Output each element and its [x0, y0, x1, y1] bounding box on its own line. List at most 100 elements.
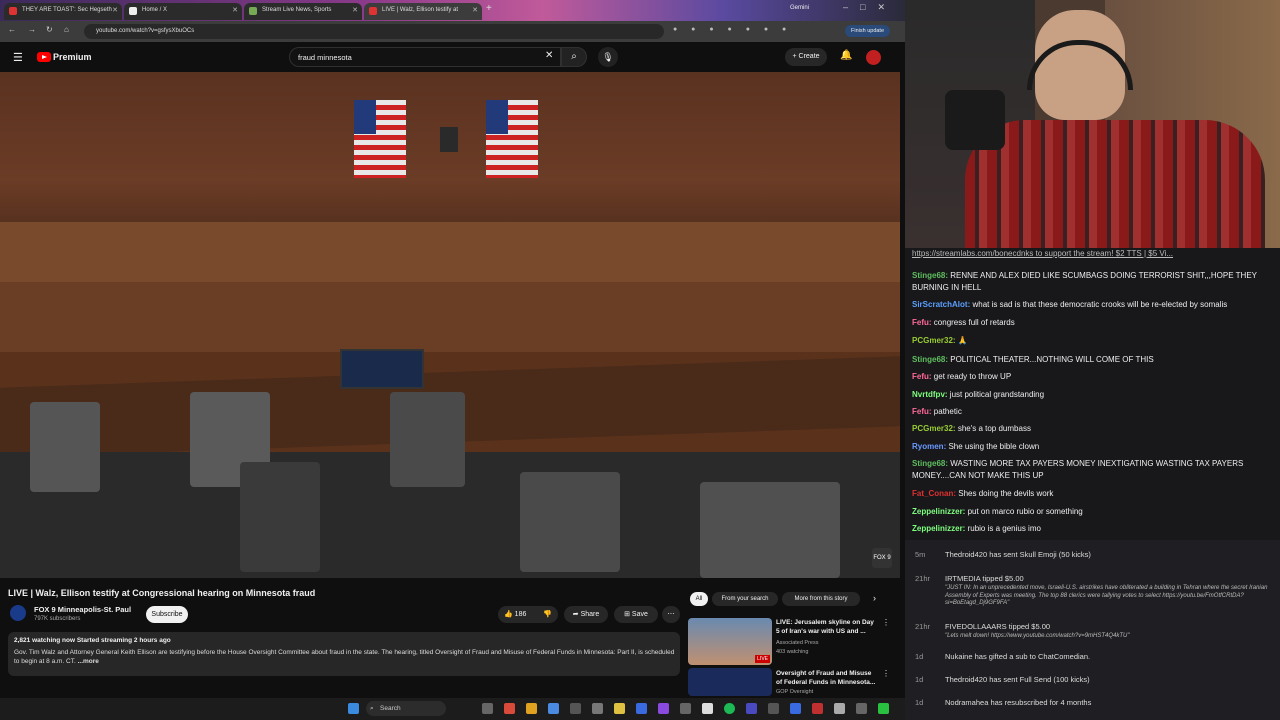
- chat-message: Nvrtdfpv: just political grandstanding: [912, 390, 1045, 399]
- browser-tab[interactable]: THEY ARE TOAST': Sec Hegseth ✕: [4, 3, 122, 20]
- microphone-icon[interactable]: 🎙: [598, 47, 618, 67]
- windows-start-icon[interactable]: [348, 703, 359, 714]
- youtube-logo-icon[interactable]: [37, 52, 51, 62]
- app-icon[interactable]: [768, 703, 779, 714]
- url-bar[interactable]: youtube.com/watch?v=gsfysXbuOCs: [84, 24, 664, 39]
- chat-username[interactable]: Stinge68:: [912, 355, 948, 364]
- share-button[interactable]: ➦ Share: [564, 606, 608, 623]
- chip-all[interactable]: All: [690, 592, 708, 606]
- spotify-icon[interactable]: [724, 703, 735, 714]
- app-icon[interactable]: [636, 703, 647, 714]
- fox9-watermark: FOX 9: [872, 548, 892, 568]
- chat-message: Stinge68: POLITICAL THEATER...NOTHING WI…: [912, 355, 1154, 364]
- event-item: 21hr IRTMEDIA tipped $5.00: [915, 574, 1024, 583]
- app-icon[interactable]: [834, 703, 845, 714]
- app-icon[interactable]: [658, 703, 669, 714]
- more-vert-icon[interactable]: ⋮: [882, 669, 890, 678]
- close-icon[interactable]: ✕: [352, 3, 358, 18]
- app-icon[interactable]: [680, 703, 691, 714]
- reload-icon[interactable]: ↻: [46, 25, 53, 34]
- chat-username[interactable]: Zeppelinizzer:: [912, 507, 965, 516]
- chat-username[interactable]: PCGmer32:: [912, 336, 956, 345]
- subscribe-button[interactable]: Subscribe: [146, 606, 188, 623]
- chat-username[interactable]: Zeppelinizzer:: [912, 524, 965, 533]
- browser-tab-bar: THEY ARE TOAST': Sec Hegseth ✕ Home / X ✕ …: [0, 0, 905, 21]
- menu-icon[interactable]: ☰: [13, 51, 23, 64]
- clear-search-icon[interactable]: ✕: [545, 50, 553, 61]
- chat-username[interactable]: Fefu:: [912, 372, 932, 381]
- close-icon[interactable]: ✕: [112, 3, 118, 18]
- app-icon[interactable]: [856, 703, 867, 714]
- search-input[interactable]: fraud minnesota: [289, 47, 561, 67]
- avatar[interactable]: [866, 50, 881, 65]
- x-icon: [129, 7, 137, 15]
- video-title: LIVE | Walz, Ellison testify at Congress…: [8, 588, 316, 598]
- chip-from-search[interactable]: From your search: [712, 592, 778, 606]
- chat-username[interactable]: Fat_Conan:: [912, 489, 956, 498]
- browser-tab-active[interactable]: LIVE | Walz, Ellison testify at ✕: [364, 3, 482, 20]
- recommendation-title[interactable]: Oversight of Fraud and Misuse of Federal…: [776, 669, 878, 687]
- app-icon[interactable]: [790, 703, 801, 714]
- finish-update-button[interactable]: Finish update: [845, 25, 891, 37]
- chat-username[interactable]: Fefu:: [912, 407, 932, 416]
- app-icon[interactable]: [504, 703, 515, 714]
- seal: [440, 127, 458, 152]
- gemini-button[interactable]: Gemini: [790, 5, 809, 11]
- emote-icon: 🙏: [957, 336, 968, 345]
- notifications-bell-icon[interactable]: 🔔: [840, 50, 852, 61]
- back-icon[interactable]: ←: [8, 25, 16, 34]
- more-vert-icon[interactable]: ⋮: [882, 618, 890, 627]
- channel-name[interactable]: FOX 9 Minneapolis-St. Paul: [34, 605, 131, 614]
- app-icon[interactable]: [878, 703, 889, 714]
- chat-message: Fefu: get ready to throw UP: [912, 372, 1012, 381]
- app-icon[interactable]: [548, 703, 559, 714]
- chat-username[interactable]: Ryomen:: [912, 442, 946, 451]
- chat-username[interactable]: SirScratchAlot:: [912, 300, 970, 309]
- taskbar-search[interactable]: ⌕ Search: [366, 701, 446, 716]
- recommendation-channel: GOP Oversight: [776, 689, 814, 695]
- file-explorer-icon[interactable]: [614, 703, 625, 714]
- chat-username[interactable]: Stinge68:: [912, 459, 948, 468]
- close-icon[interactable]: ✕: [232, 3, 238, 18]
- chrome-icon[interactable]: [526, 703, 537, 714]
- chevron-right-icon[interactable]: ›: [873, 593, 876, 603]
- plus-icon: +: [792, 53, 797, 60]
- save-button[interactable]: ⊞ Save: [614, 606, 658, 623]
- event-item: 21hr FIVEDOLLAAARS tipped $5.00: [915, 622, 1051, 631]
- chat-username[interactable]: PCGmer32:: [912, 424, 956, 433]
- extension-icons[interactable]: ● ● ● ● ● ● ●: [673, 26, 823, 36]
- channel-avatar[interactable]: [10, 605, 26, 621]
- forward-icon[interactable]: →: [28, 25, 36, 34]
- chat-username[interactable]: Fefu:: [912, 318, 932, 327]
- microphone: [945, 90, 1005, 150]
- app-icon[interactable]: [702, 703, 713, 714]
- like-button[interactable]: 👍 186 👎: [498, 606, 558, 623]
- browser-tab[interactable]: Home / X ✕: [124, 3, 242, 20]
- task-view-icon[interactable]: [482, 703, 493, 714]
- recommendation-thumbnail[interactable]: LIVE: [688, 618, 772, 665]
- video-player[interactable]: FOX 9: [0, 72, 900, 578]
- chat-username[interactable]: Nvrtdfpv:: [912, 390, 948, 399]
- recommendation-title[interactable]: LIVE: Jerusalem skyline on Day 5 of Iran…: [776, 618, 878, 636]
- app-icon[interactable]: [746, 703, 757, 714]
- app-icon[interactable]: [592, 703, 603, 714]
- browser-tab[interactable]: Stream Live News, Sports ✕: [244, 3, 362, 20]
- new-tab-button[interactable]: +: [486, 3, 492, 14]
- home-icon[interactable]: ⌂: [64, 25, 69, 34]
- close-icon[interactable]: ✕: [472, 3, 478, 18]
- monitor: [340, 349, 424, 389]
- youtube-premium-label[interactable]: Premium: [53, 52, 92, 62]
- window-controls[interactable]: –□✕: [843, 2, 897, 13]
- create-button[interactable]: + Create: [785, 48, 827, 66]
- search-icon[interactable]: ⌕: [561, 47, 587, 67]
- more-link[interactable]: ...more: [78, 658, 99, 665]
- recommendation-thumbnail[interactable]: [688, 668, 772, 696]
- chip-more-story[interactable]: More from this story: [782, 592, 860, 606]
- chat-username[interactable]: Stinge68:: [912, 271, 948, 280]
- more-actions-icon[interactable]: ⋯: [662, 606, 680, 623]
- thumbs-down-icon[interactable]: 👎: [543, 606, 552, 623]
- app-icon[interactable]: [570, 703, 581, 714]
- app-icon[interactable]: [812, 703, 823, 714]
- stream-chat: https://streamlabs.com/bonecdnks to supp…: [905, 248, 1280, 540]
- event-item: 1d Nodramahea has resubscribed for 4 mont…: [915, 698, 1092, 707]
